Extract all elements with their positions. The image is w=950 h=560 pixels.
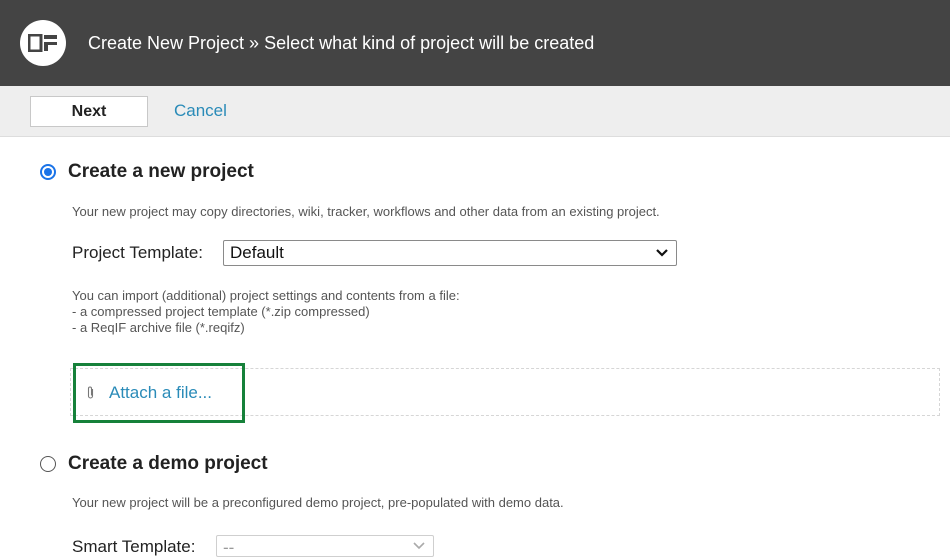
import-info-line-2: - a compressed project template (*.zip c… (72, 304, 370, 319)
smart-template-value: -- (223, 538, 235, 557)
next-button[interactable]: Next (30, 96, 148, 127)
import-info-line-3: - a ReqIF archive file (*.reqifz) (72, 320, 245, 335)
project-template-label: Project Template: (72, 243, 204, 262)
project-template-value: Default (230, 243, 284, 262)
demo-project-radio[interactable] (40, 456, 56, 472)
chevron-down-icon (413, 542, 425, 550)
new-project-radio[interactable] (40, 164, 56, 180)
paperclip-icon (87, 386, 94, 399)
header-bar: Create New Project » Select what kind of… (0, 0, 950, 86)
demo-project-description: Your new project will be a preconfigured… (72, 495, 564, 510)
page-title: Create New Project » Select what kind of… (88, 33, 595, 53)
codebeamer-logo-icon (20, 20, 66, 66)
project-template-select[interactable]: Default (223, 240, 677, 266)
new-project-title: Create a new project (68, 161, 254, 182)
import-info-line-1: You can import (additional) project sett… (72, 288, 460, 303)
smart-template-label: Smart Template: (72, 537, 196, 556)
new-project-description: Your new project may copy directories, w… (72, 204, 660, 219)
cancel-link[interactable]: Cancel (174, 101, 227, 121)
chevron-down-icon (656, 249, 668, 257)
action-toolbar: Next (0, 86, 950, 137)
demo-project-title: Create a demo project (68, 453, 268, 474)
attach-file-link[interactable]: Attach a file... (109, 382, 212, 404)
